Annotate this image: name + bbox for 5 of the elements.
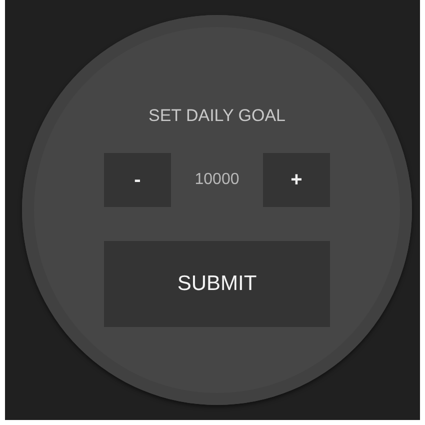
increment-button[interactable]: + <box>263 153 330 207</box>
submit-button[interactable]: SUBMIT <box>104 241 330 327</box>
decrement-button[interactable]: - <box>104 153 171 207</box>
goal-title: SET DAILY GOAL <box>148 106 286 126</box>
goal-value: 10000 <box>194 171 240 189</box>
